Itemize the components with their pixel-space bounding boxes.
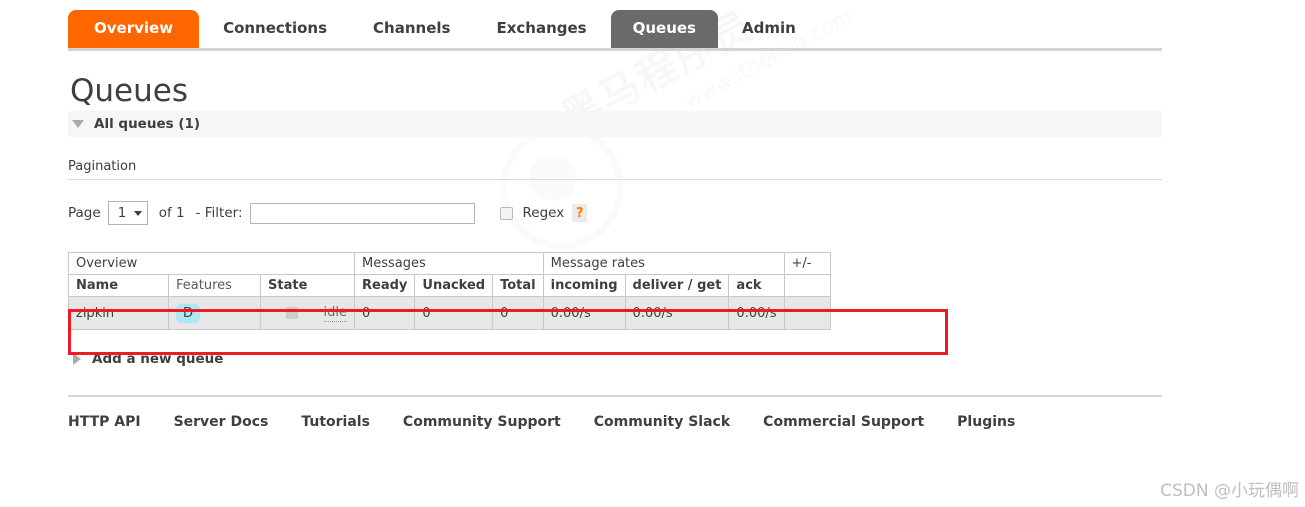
state-indicator-icon [285, 307, 298, 319]
page-container: Overview Connections Channels Exchanges … [68, 0, 1162, 430]
csdn-watermark: CSDN @小玩偶啊 [1160, 481, 1299, 501]
tab-channels[interactable]: Channels [351, 10, 472, 48]
regex-checkbox[interactable] [499, 206, 513, 220]
filter-label: - Filter: [195, 205, 243, 221]
table-group-header-row: Overview Messages Message rates +/- [68, 252, 831, 275]
column-header-features[interactable]: Features [168, 274, 261, 297]
chevron-down-icon [133, 210, 142, 216]
tab-queues[interactable]: Queues [610, 10, 718, 48]
add-new-queue-label: Add a new queue [92, 351, 224, 367]
queue-name-cell[interactable]: zipkin [68, 296, 169, 330]
column-header-incoming[interactable]: incoming [542, 274, 626, 297]
page-number-value: 1 [117, 205, 127, 221]
footer-link-server-docs[interactable]: Server Docs [174, 414, 269, 430]
page-word-label: Page [68, 205, 101, 221]
group-header-overview: Overview [68, 252, 355, 275]
group-header-messages: Messages [354, 252, 544, 275]
all-queues-section-header[interactable]: All queues (1) [68, 111, 1162, 137]
toggle-columns-button[interactable]: +/- [783, 252, 831, 275]
queues-table: Overview Messages Message rates +/- Name… [68, 252, 831, 330]
tab-connections[interactable]: Connections [201, 10, 349, 48]
table-row[interactable]: zipkin D idle 0 0 0 0.00/s 0.00/s 0.00/s [68, 296, 831, 330]
tab-admin[interactable]: Admin [720, 10, 818, 48]
page-title: Queues [70, 73, 188, 109]
chevron-down-icon [72, 120, 84, 128]
footer-link-commercial-support[interactable]: Commercial Support [763, 414, 924, 430]
row-spacer [783, 296, 831, 330]
queue-incoming-cell: 0.00/s [542, 296, 626, 330]
filter-input[interactable] [249, 202, 475, 224]
footer-link-community-support[interactable]: Community Support [403, 414, 561, 430]
footer-links: HTTP API Server Docs Tutorials Community… [68, 395, 1162, 430]
page-number-select[interactable]: 1 [107, 201, 148, 225]
help-icon[interactable]: ? [572, 204, 588, 222]
pagination-controls: Page 1 of 1 - Filter: Regex ? [68, 201, 1162, 225]
state-label: idle [323, 304, 347, 322]
footer-link-tutorials[interactable]: Tutorials [301, 414, 370, 430]
column-header-ack[interactable]: ack [728, 274, 785, 297]
chevron-right-icon [73, 353, 81, 365]
queue-ack-cell: 0.00/s [728, 296, 785, 330]
column-header-deliver-get[interactable]: deliver / get [624, 274, 730, 297]
table-column-header-row: Name Features State Ready Unacked Total … [68, 274, 831, 297]
column-header-state[interactable]: State [260, 274, 355, 297]
pagination-label: Pagination [68, 159, 1162, 180]
queue-deliver-get-cell: 0.00/s [624, 296, 730, 330]
durable-badge: D [176, 303, 201, 323]
state-inner: idle [268, 305, 347, 322]
column-header-ready[interactable]: Ready [353, 274, 416, 297]
queue-ready-cell: 0 [353, 296, 416, 330]
footer-link-community-slack[interactable]: Community Slack [594, 414, 730, 430]
queue-unacked-cell: 0 [414, 296, 494, 330]
queue-state-cell: idle [260, 296, 355, 330]
tab-overview[interactable]: Overview [68, 10, 200, 48]
column-header-total[interactable]: Total [492, 274, 544, 297]
queue-features-cell: D [168, 296, 261, 330]
queue-total-cell: 0 [492, 296, 544, 330]
main-navigation: Overview Connections Channels Exchanges … [68, 0, 1162, 51]
page-total-label: of 1 [158, 205, 185, 221]
group-header-message-rates: Message rates [542, 252, 785, 275]
add-new-queue-section[interactable]: Add a new queue [68, 351, 1162, 367]
pagination-section: Pagination Page 1 of 1 - Filter: Regex ? [68, 159, 1162, 225]
column-header-unacked[interactable]: Unacked [414, 274, 494, 297]
regex-label: Regex [522, 205, 565, 221]
footer-link-plugins[interactable]: Plugins [957, 414, 1015, 430]
column-header-name[interactable]: Name [68, 274, 169, 297]
header-spacer [783, 274, 831, 297]
footer-link-http-api[interactable]: HTTP API [68, 414, 141, 430]
queues-table-wrapper: Overview Messages Message rates +/- Name… [68, 252, 1162, 355]
tab-exchanges[interactable]: Exchanges [474, 10, 608, 48]
all-queues-label: All queues (1) [94, 116, 201, 132]
